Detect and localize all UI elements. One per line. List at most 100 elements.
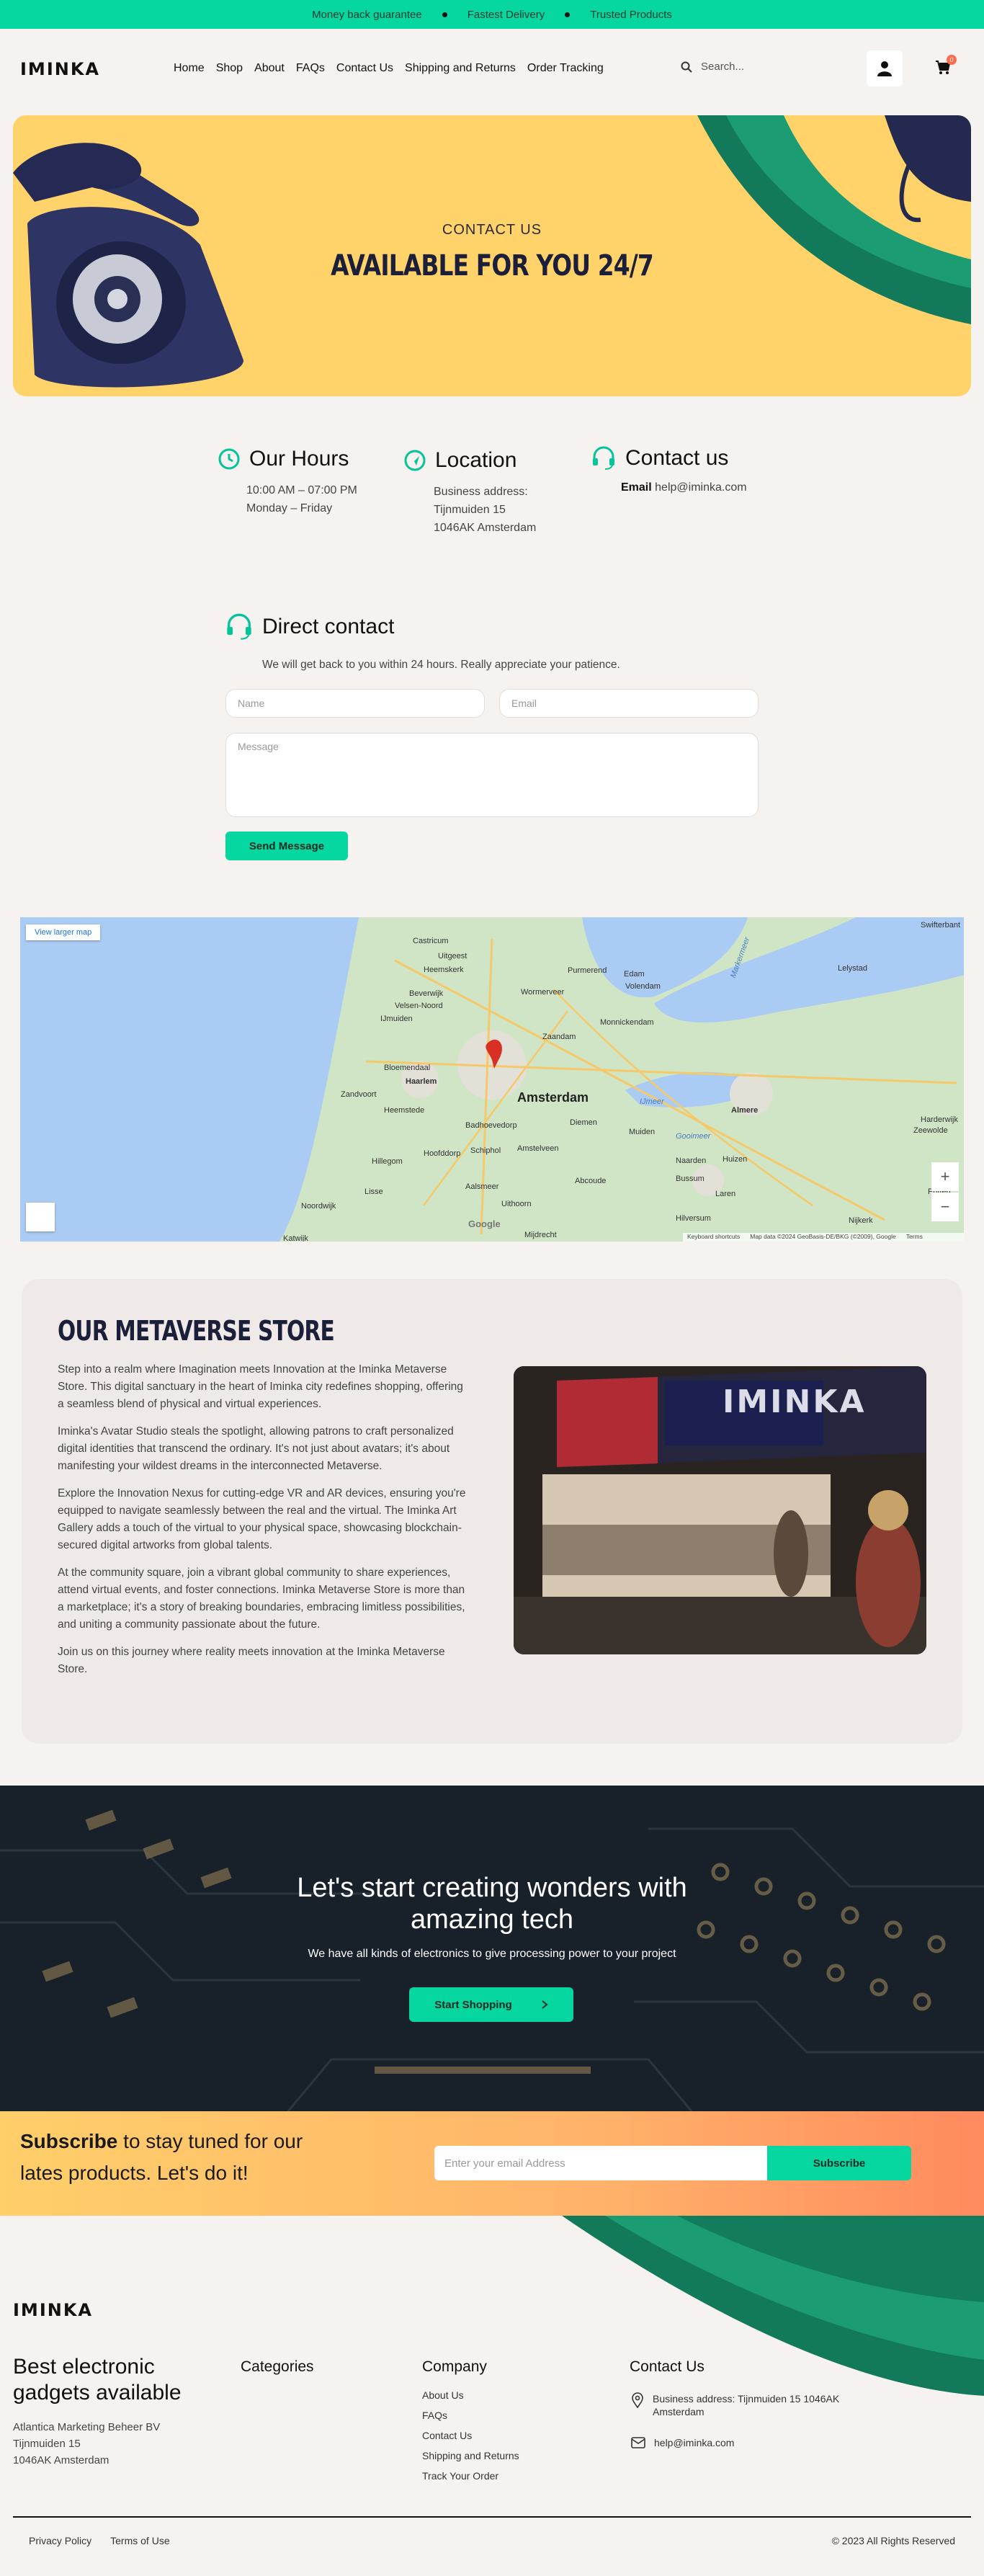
map-label: Edam [624, 970, 645, 979]
map-label: IJmuiden [380, 1015, 413, 1023]
nav-about[interactable]: About [254, 62, 285, 75]
nav-home[interactable]: Home [174, 62, 205, 75]
contact-email[interactable]: help@iminka.com [655, 481, 746, 494]
hours-title: Our Hours [249, 447, 349, 471]
tech-subtitle: We have all kinds of electronics to give… [308, 1948, 676, 1960]
announcement-item: Money back guarantee [312, 8, 422, 21]
footer-logo[interactable]: IMINKA [13, 2300, 93, 2320]
contact-title: Contact us [625, 446, 729, 470]
map-label: Beverwijk [409, 989, 444, 998]
subscribe-button[interactable]: Subscribe [767, 2146, 911, 2180]
site-logo[interactable]: IMINKA [20, 59, 100, 79]
footer-link-contact[interactable]: Contact Us [422, 2430, 519, 2441]
store-paragraph: Explore the Innovation Nexus for cutting… [58, 1487, 466, 1551]
nav-contact[interactable]: Contact Us [336, 62, 393, 75]
nav-shop[interactable]: Shop [216, 62, 243, 75]
map-label: Zandvoort [341, 1090, 377, 1099]
map-label: Katwijk [283, 1234, 308, 1242]
store-sign-text: IMINKA [723, 1383, 867, 1420]
map-label: Laren [715, 1190, 736, 1198]
google-logo: Google [468, 1218, 501, 1229]
privacy-policy-link[interactable]: Privacy Policy [29, 2535, 91, 2546]
footer-link-about[interactable]: About Us [422, 2389, 519, 2401]
map-terms-link[interactable]: Terms [906, 1233, 923, 1242]
search-box[interactable]: Search... [681, 61, 846, 73]
terms-of-use-link[interactable]: Terms of Use [110, 2535, 169, 2546]
search-icon [681, 61, 692, 73]
map-water-label: Gooimeer [676, 1132, 711, 1141]
footer-categories-title: Categories [241, 2358, 314, 2375]
email-field[interactable]: Email [499, 689, 759, 718]
cart-button[interactable]: 0 [935, 55, 957, 76]
view-larger-map-link[interactable]: View larger map [26, 924, 101, 940]
footer-contact-address-line: Business address: Tijnmuiden 15 1046AK [653, 2393, 840, 2405]
name-field[interactable]: Name [225, 689, 485, 718]
map-water-label: IJmeer [640, 1097, 664, 1106]
bullet-icon [565, 12, 571, 17]
footer-link-faqs[interactable]: FAQs [422, 2410, 519, 2421]
zoom-in-button[interactable]: + [931, 1162, 959, 1191]
map-type-toggle[interactable] [26, 1203, 55, 1231]
contact-hero-banner: CONTACT US AVAILABLE FOR YOU 24/7 [13, 115, 971, 396]
subscribe-email-input[interactable]: Enter your email Address [434, 2146, 767, 2180]
hero-eyebrow: CONTACT US [442, 222, 542, 238]
bullet-icon [442, 12, 447, 17]
zoom-out-button[interactable]: − [931, 1193, 959, 1221]
footer-email-link[interactable]: help@iminka.com [654, 2437, 734, 2448]
start-shopping-button[interactable]: Start Shopping [409, 1987, 573, 2022]
footer-address-line: Atlantica Marketing Beheer BV [13, 2421, 161, 2433]
keyboard-shortcuts-link[interactable]: Keyboard shortcuts [687, 1233, 740, 1242]
store-paragraph: Iminka's Avatar Studio steals the spotli… [58, 1425, 454, 1472]
footer-contact-address: Business address: Tijnmuiden 15 1046AK A… [631, 2392, 839, 2418]
nav-order-tracking[interactable]: Order Tracking [527, 62, 604, 75]
map-label: Volendam [625, 982, 661, 991]
map-label: Hoofddorp [424, 1149, 461, 1158]
store-title: OUR METAVERSE STORE [58, 1315, 335, 1347]
map-label: Almere [731, 1106, 759, 1115]
hours-block: Our Hours 10:00 AM – 07:00 PM Monday – F… [218, 447, 405, 517]
clock-icon [218, 448, 240, 470]
map-label: Hillegom [372, 1157, 403, 1166]
map-label: Noordwijk [301, 1202, 336, 1211]
footer-divider [13, 2516, 971, 2518]
location-pin-icon [632, 2392, 643, 2408]
map-label: Muiden [629, 1128, 656, 1136]
map-label: Huizen [723, 1155, 748, 1164]
chevron-right-icon [542, 2000, 548, 2009]
footer-address: Atlantica Marketing Beheer BV Tijnmuiden… [13, 2419, 160, 2469]
subscribe-section: Subscribe to stay tuned for our lates pr… [0, 2111, 984, 2216]
footer-link-track-order[interactable]: Track Your Order [422, 2470, 519, 2482]
search-input[interactable]: Search... [701, 61, 744, 73]
map-label: Zeewolde [913, 1126, 948, 1135]
map-label: Purmerend [568, 966, 607, 975]
store-body: Step into a realm where Imagination meet… [58, 1361, 468, 1678]
location-line: 1046AK Amsterdam [434, 522, 537, 534]
map-label: Hilversum [676, 1214, 711, 1223]
subscribe-heading: Subscribe to stay tuned for our lates pr… [20, 2126, 303, 2189]
mail-icon [631, 2437, 645, 2448]
map-label: Abcoude [575, 1177, 607, 1185]
subscribe-bold: Subscribe [20, 2130, 118, 2152]
headset-icon [593, 446, 614, 470]
account-button[interactable] [867, 50, 903, 86]
location-map[interactable]: View larger map Amsterdam Castricum Uitg… [20, 917, 964, 1242]
email-label: Email [621, 481, 652, 494]
map-label: Schiphol [470, 1146, 501, 1155]
footer-link-shipping[interactable]: Shipping and Returns [422, 2450, 519, 2461]
store-photo: IMINKA [514, 1366, 926, 1654]
hours-line: Monday – Friday [246, 502, 333, 514]
nav-faqs[interactable]: FAQs [296, 62, 325, 75]
headset-icon [227, 613, 251, 640]
metaverse-store-section: OUR METAVERSE STORE Step into a realm wh… [22, 1279, 962, 1744]
send-message-button[interactable]: Send Message [225, 832, 348, 860]
message-field[interactable]: Message [225, 733, 759, 817]
store-paragraph: Step into a realm where Imagination meet… [58, 1363, 463, 1410]
map-label: Aalsmeer [465, 1182, 499, 1191]
map-city-label: Amsterdam [517, 1090, 589, 1105]
footer-contact-email: help@iminka.com [631, 2437, 734, 2448]
map-label: Bloemendaal [384, 1064, 431, 1072]
footer-address-line: Tijnmuiden 15 [13, 2438, 81, 2450]
map-label: Swifterbant [921, 921, 961, 930]
tech-cta-banner: Let's start creating wonders with amazin… [0, 1786, 984, 2111]
nav-shipping[interactable]: Shipping and Returns [405, 62, 516, 75]
